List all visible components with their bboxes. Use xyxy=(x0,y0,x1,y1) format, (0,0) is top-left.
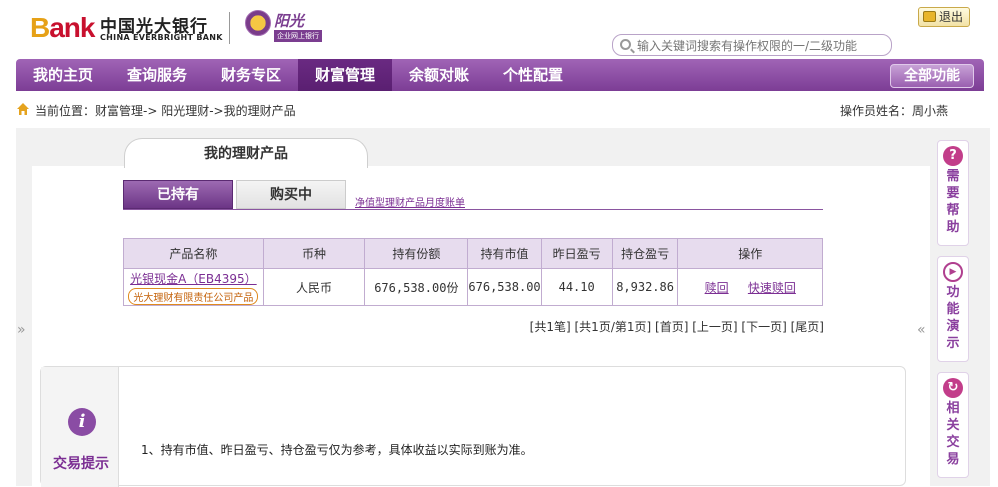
pagination: [共1笔] [共1页/第1页] [首页] [上一页] [下一页] [尾页] xyxy=(480,318,824,335)
col-header-position-pnl: 持仓盈亏 xyxy=(611,238,679,269)
play-icon: ▶ xyxy=(943,262,963,282)
exit-icon xyxy=(923,11,936,22)
main-nav: 我的主页 查询服务 财务专区 财富管理 余额对账 个性配置 xyxy=(16,59,984,91)
refresh-icon: ↻ xyxy=(943,378,963,398)
home-icon xyxy=(17,103,29,115)
related-label: 相关交易 xyxy=(946,401,960,467)
market-value-cell: 676,538.00 xyxy=(467,268,542,306)
trade-tips: i 交易提示 1、持有市值、昨日盈亏、持仓盈亏仅为参考，具体收益以实际到账为准。 xyxy=(40,366,906,487)
sunshine-logo-icon xyxy=(245,10,271,36)
sunshine-subtitle: 企业网上银行 xyxy=(274,30,322,42)
table-header-row: 产品名称 币种 持有份额 持有市值 昨日盈亏 持仓盈亏 操作 xyxy=(123,238,823,269)
table-row: 光银现金A（EB4395） 光大理财有限责任公司产品 人民币 676,538.0… xyxy=(123,268,823,306)
pager-prev[interactable]: [上一页] xyxy=(692,320,737,334)
demo-button[interactable]: ▶ 功能演示 xyxy=(937,256,969,362)
currency-cell: 人民币 xyxy=(262,268,366,306)
issuer-badge: 光大理财有限责任公司产品 xyxy=(128,288,259,305)
nav-item-reconcile[interactable]: 余额对账 xyxy=(392,59,486,91)
bank-name-en: CHINA EVERBRIGHT BANK xyxy=(100,33,223,42)
help-label: 需要帮助 xyxy=(946,169,960,235)
tips-side: i 交易提示 xyxy=(41,367,119,487)
col-header-product: 产品名称 xyxy=(123,238,264,269)
monthly-statement-link[interactable]: 净值型理财产品月度账单 xyxy=(355,194,465,209)
nav-item-home[interactable]: 我的主页 xyxy=(16,59,110,91)
demo-label: 功能演示 xyxy=(946,285,960,351)
shares-cell: 676,538.00份 xyxy=(364,268,469,306)
collapse-right-icon[interactable]: « xyxy=(917,322,926,338)
tab-my-products: 我的理财产品 xyxy=(124,138,368,168)
sunshine-brand: 阳光 xyxy=(274,12,305,30)
nav-item-finance[interactable]: 财务专区 xyxy=(204,59,298,91)
product-cell: 光银现金A（EB4395） 光大理财有限责任公司产品 xyxy=(123,268,264,306)
col-header-shares: 持有份额 xyxy=(364,238,469,269)
tips-label: 交易提示 xyxy=(53,456,109,472)
tab-buying[interactable]: 购买中 xyxy=(236,180,346,209)
actions-cell: 赎回 快速赎回 xyxy=(677,268,823,306)
search-input[interactable] xyxy=(637,37,887,54)
nav-item-wealth[interactable]: 财富管理 xyxy=(298,59,392,91)
quick-redeem-link[interactable]: 快速赎回 xyxy=(748,281,796,295)
pager-first[interactable]: [首页] xyxy=(655,320,688,334)
position-pnl-cell: 8,932.86 xyxy=(611,268,679,306)
logout-button[interactable]: 退出 xyxy=(918,7,970,27)
breadcrumb-text: 当前位置：财富管理-> 阳光理财->我的理财产品 xyxy=(35,104,296,118)
pager-total: [共1笔] xyxy=(529,320,571,334)
col-header-actions: 操作 xyxy=(677,238,823,269)
tab-underline xyxy=(123,209,823,210)
tips-text: 1、持有市值、昨日盈亏、持仓盈亏仅为参考，具体收益以实际到账为准。 xyxy=(141,443,533,457)
help-button[interactable]: ? 需要帮助 xyxy=(937,140,969,246)
bank-logo: Bank xyxy=(30,12,95,43)
col-header-currency: 币种 xyxy=(262,238,366,269)
pager-next[interactable]: [下一页] xyxy=(741,320,786,334)
redeem-link[interactable]: 赎回 xyxy=(705,281,729,295)
tab-held[interactable]: 已持有 xyxy=(123,180,233,209)
header: Bank 中国光大银行 CHINA EVERBRIGHT BANK 阳光 企业网… xyxy=(0,0,998,58)
col-header-yesterday-pnl: 昨日盈亏 xyxy=(540,238,613,269)
search-icon xyxy=(620,39,631,50)
operator-name: 操作员姓名：周小燕 xyxy=(840,104,949,118)
related-button[interactable]: ↻ 相关交易 xyxy=(937,372,969,478)
expand-left-icon[interactable]: » xyxy=(17,322,26,338)
nav-item-settings[interactable]: 个性配置 xyxy=(486,59,580,91)
yesterday-pnl-cell: 44.10 xyxy=(540,268,613,306)
logo-divider xyxy=(229,12,230,44)
product-name-link[interactable]: 光银现金A（EB4395） xyxy=(124,270,263,287)
all-functions-button[interactable]: 全部功能 xyxy=(890,64,974,88)
pager-last[interactable]: [尾页] xyxy=(791,320,824,334)
nav-item-query[interactable]: 查询服务 xyxy=(110,59,204,91)
help-icon: ? xyxy=(943,146,963,166)
function-search[interactable] xyxy=(612,34,892,56)
col-header-market-value: 持有市值 xyxy=(467,238,542,269)
pager-pages: [共1页/第1页] xyxy=(574,320,652,334)
info-icon: i xyxy=(68,408,96,436)
holdings-table: 产品名称 币种 持有份额 持有市值 昨日盈亏 持仓盈亏 操作 光银现金A（EB4… xyxy=(123,238,823,306)
